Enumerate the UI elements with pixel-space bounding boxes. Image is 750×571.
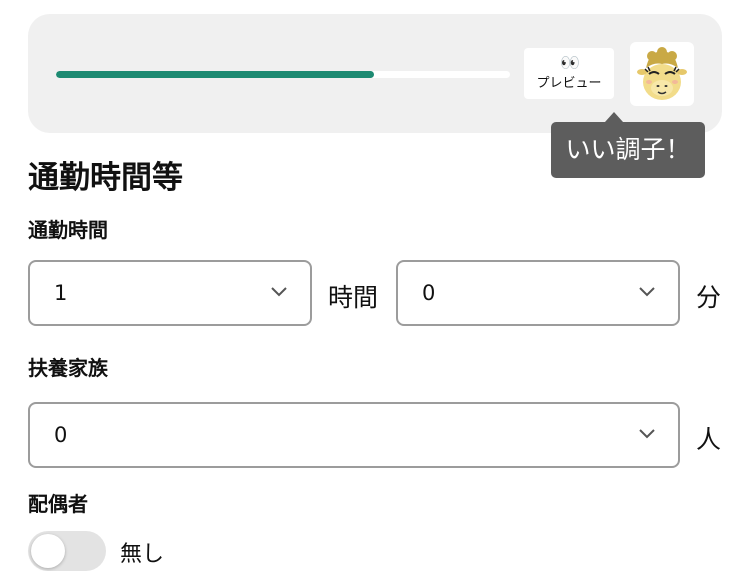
chevron-down-icon bbox=[639, 287, 655, 297]
commute-hours-select[interactable]: 1 bbox=[28, 260, 312, 326]
toggle-knob bbox=[31, 534, 65, 568]
dependents-select[interactable]: 0 bbox=[28, 402, 680, 468]
preview-button-label: プレビュー bbox=[536, 76, 602, 91]
commute-hours-value: 1 bbox=[54, 281, 68, 305]
dependents-unit-label: 人 bbox=[696, 425, 722, 454]
minutes-unit-label: 分 bbox=[696, 283, 722, 312]
section-title: 通勤時間等 bbox=[28, 160, 183, 196]
progress-bar bbox=[56, 71, 510, 78]
spouse-toggle-label: 無し bbox=[120, 542, 165, 567]
hours-unit-label: 時間 bbox=[328, 283, 379, 312]
spouse-toggle[interactable] bbox=[28, 531, 106, 571]
camel-mascot-icon bbox=[630, 42, 694, 106]
commute-minutes-value: 0 bbox=[422, 281, 436, 305]
dependents-value: 0 bbox=[54, 423, 68, 447]
progress-fill bbox=[56, 71, 374, 78]
encouragement-tooltip: いい調子！ bbox=[551, 112, 705, 178]
eyes-icon: 👀 bbox=[560, 53, 580, 72]
chevron-down-icon bbox=[271, 287, 287, 297]
commute-time-label: 通勤時間 bbox=[28, 218, 108, 242]
dependents-label: 扶養家族 bbox=[28, 356, 108, 380]
commute-minutes-select[interactable]: 0 bbox=[396, 260, 680, 326]
spouse-label: 配偶者 bbox=[28, 492, 88, 516]
chevron-down-icon bbox=[639, 429, 655, 439]
preview-button[interactable]: 👀 プレビュー bbox=[524, 48, 614, 99]
